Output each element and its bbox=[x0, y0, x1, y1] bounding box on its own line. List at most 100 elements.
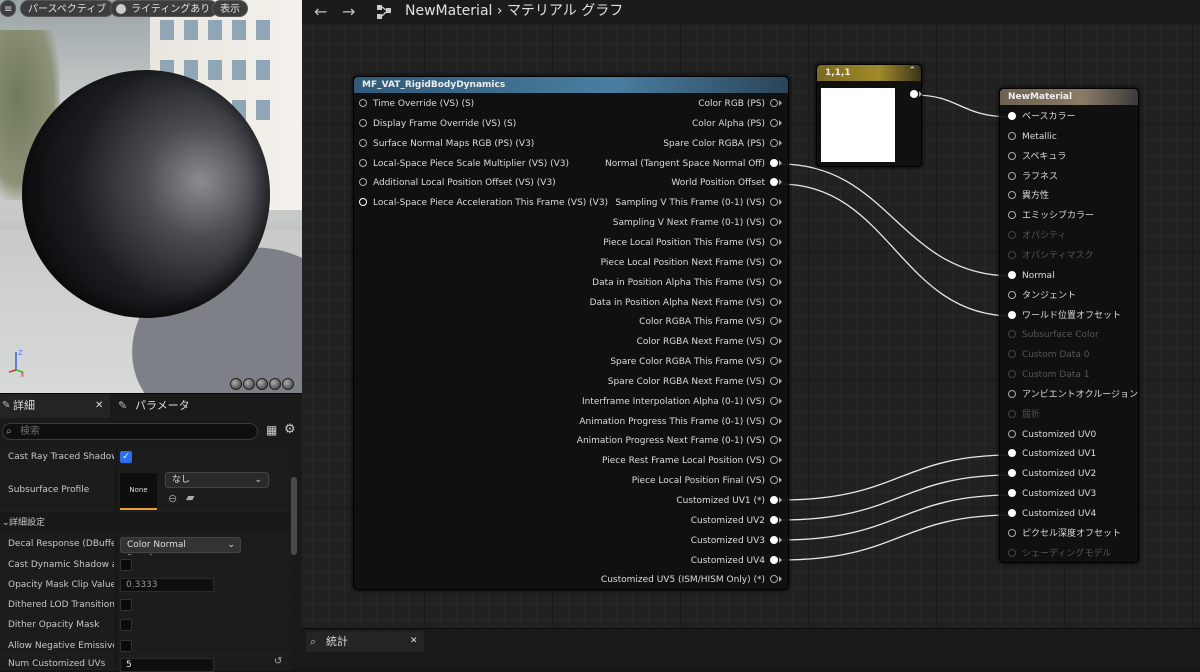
cube-preview-icon[interactable] bbox=[269, 378, 281, 390]
node-title[interactable]: NewMaterial bbox=[1000, 89, 1138, 105]
pin-arrow bbox=[779, 298, 782, 305]
material-input-pin-20[interactable]: Customized UV4 bbox=[1008, 508, 1096, 520]
material-input-pin-1[interactable]: Metallic bbox=[1008, 131, 1057, 143]
reset-to-default-icon[interactable]: ↺ bbox=[274, 656, 282, 667]
show-button[interactable]: 表示 bbox=[212, 0, 248, 17]
node-constant3vector[interactable]: 1,1,1 ⌃ bbox=[816, 64, 922, 167]
output-pin-color-rgba-this-frame-vs[interactable]: Color RGBA This Frame (VS) bbox=[639, 316, 782, 328]
material-input-pin-17[interactable]: Customized UV1 bbox=[1008, 448, 1096, 460]
breadcrumb-material[interactable]: NewMaterial bbox=[405, 3, 492, 19]
material-input-pin-9[interactable]: タンジェント bbox=[1008, 290, 1076, 302]
output-pin-piece-local-position-final-vs[interactable]: Piece Local Position Final (VS) bbox=[632, 475, 782, 487]
output-pin-interframe-interpolation-alpha-0-1-vs[interactable]: Interframe Interpolation Alpha (0-1) (VS… bbox=[582, 396, 782, 408]
output-pin[interactable] bbox=[905, 89, 922, 101]
material-input-pin-4[interactable]: 異方性 bbox=[1008, 190, 1049, 202]
node-title[interactable]: MF_VAT_RigidBodyDynamics bbox=[354, 77, 788, 93]
output-pin-spare-color-rgba-this-frame-vs[interactable]: Spare Color RGBA This Frame (VS) bbox=[610, 356, 782, 368]
input-pin-time-override-vs-s[interactable]: Time Override (VS) (S) bbox=[359, 98, 474, 110]
output-pin-piece-local-position-next-frame-vs[interactable]: Piece Local Position Next Frame (VS) bbox=[601, 257, 782, 269]
output-pin-sampling-v-next-frame-0-1-vs[interactable]: Sampling V Next Frame (0-1) (VS) bbox=[613, 217, 782, 229]
material-input-pin-3[interactable]: ラフネス bbox=[1008, 171, 1058, 183]
gear-icon[interactable]: ⚙ bbox=[284, 422, 296, 437]
details-scrollbar[interactable] bbox=[291, 477, 297, 555]
decal-response-dropdown[interactable]: Color Normal Roughness ⌄ bbox=[120, 537, 241, 564]
material-input-pin-2[interactable]: スペキュラ bbox=[1008, 151, 1066, 163]
search-icon: ⌕ bbox=[6, 426, 12, 437]
output-pin-animation-progress-this-frame-0-1-vs[interactable]: Animation Progress This Frame (0-1) (VS) bbox=[579, 416, 782, 428]
collapse-icon[interactable]: ⌃ bbox=[908, 66, 916, 76]
lighting-button[interactable]: ライティングあり bbox=[110, 0, 219, 17]
material-input-pin-16[interactable]: Customized UV0 bbox=[1008, 429, 1096, 441]
material-input-pin-10[interactable]: ワールド位置オフセット bbox=[1008, 310, 1121, 322]
opacity-mask-clip-input[interactable]: 0.3333 bbox=[120, 578, 214, 592]
output-pin-spare-color-rgba-ps[interactable]: Spare Color RGBA (PS) bbox=[663, 138, 782, 150]
pin-label: スペキュラ bbox=[1022, 151, 1067, 162]
back-arrow-icon[interactable]: ← bbox=[314, 0, 327, 24]
folder-icon[interactable]: ▰ bbox=[186, 491, 194, 504]
cast-ray-traced-shadows-checkbox[interactable]: ✓ bbox=[120, 451, 132, 463]
pin-label: シェーディングモデル bbox=[1022, 548, 1112, 559]
hamburger-icon[interactable]: ≡ bbox=[0, 0, 16, 17]
output-pin-customized-uv5-ism-hism-only[interactable]: Customized UV5 (ISM/HISM Only) (*) bbox=[601, 574, 782, 586]
output-pin-customized-uv2[interactable]: Customized UV2 bbox=[691, 515, 782, 527]
material-input-pin-8[interactable]: Normal bbox=[1008, 270, 1055, 282]
input-pin-display-frame-override-vs-s[interactable]: Display Frame Override (VS) (S) bbox=[359, 118, 516, 130]
output-pin-sampling-v-this-frame-0-1-vs[interactable]: Sampling V This Frame (0-1) (VS) bbox=[615, 197, 782, 209]
browse-to-asset-icon[interactable]: ⊖ bbox=[168, 492, 177, 505]
output-pin-data-in-position-alpha-next-frame-vs[interactable]: Data in Position Alpha Next Frame (VS) bbox=[590, 297, 782, 309]
material-input-pin-5[interactable]: エミッシブカラー bbox=[1008, 210, 1094, 222]
close-icon[interactable]: ✕ bbox=[95, 394, 103, 418]
output-pin-color-alpha-ps[interactable]: Color Alpha (PS) bbox=[692, 118, 782, 130]
node-mf-vat-rigidbody[interactable]: MF_VAT_RigidBodyDynamics Time Override (… bbox=[353, 76, 789, 590]
output-pin-color-rgba-next-frame-vs[interactable]: Color RGBA Next Frame (VS) bbox=[637, 336, 782, 348]
input-pin-local-space-piece-acceleration-this-frame-vs-v3[interactable]: Local-Space Piece Acceleration This Fram… bbox=[359, 197, 608, 209]
cast-dynamic-shadow-checkbox[interactable] bbox=[120, 559, 132, 571]
output-pin-normal-tangent-space-normal-off[interactable]: Normal (Tangent Space Normal Off) bbox=[605, 158, 782, 170]
node-material-result[interactable]: NewMaterial ベースカラー Metallic スペキュララフネス異方性エミ… bbox=[999, 88, 1139, 563]
section-advanced[interactable]: ⌄ 詳細設定 bbox=[0, 513, 290, 533]
dither-opacity-mask-checkbox[interactable] bbox=[120, 619, 132, 631]
material-input-pin-18[interactable]: Customized UV2 bbox=[1008, 468, 1096, 480]
subsurface-profile-dropdown[interactable]: なし ⌄ bbox=[165, 472, 269, 488]
output-pin-animation-progress-next-frame-0-1-vs[interactable]: Animation Progress Next Frame (0-1) (VS) bbox=[577, 435, 782, 447]
prop-label: Cast Ray Traced Shadows bbox=[8, 452, 114, 462]
table-view-icon[interactable]: ▦ bbox=[266, 423, 277, 437]
cylinder-preview-icon[interactable] bbox=[230, 378, 242, 390]
details-tab[interactable]: ✎ 詳細 ✕ bbox=[0, 394, 110, 418]
breadcrumb-graph[interactable]: マテリアル グラフ bbox=[507, 3, 623, 19]
output-pin-customized-uv4[interactable]: Customized UV4 bbox=[691, 555, 782, 567]
output-pin-piece-local-position-this-frame-vs[interactable]: Piece Local Position This Frame (VS) bbox=[603, 237, 782, 249]
close-icon[interactable]: ✕ bbox=[410, 631, 418, 652]
output-pin-data-in-position-alpha-this-frame-vs[interactable]: Data in Position Alpha This Frame (VS) bbox=[592, 277, 782, 289]
input-pin-additional-local-position-offset-vs-v3[interactable]: Additional Local Position Offset (VS) (V… bbox=[359, 177, 556, 189]
stats-tab[interactable]: ⌕ 統計 ✕ bbox=[306, 631, 424, 652]
allow-negative-emissive-checkbox[interactable] bbox=[120, 640, 132, 652]
input-pin-local-space-piece-scale-multiplier-vs-v3[interactable]: Local-Space Piece Scale Multiplier (VS) … bbox=[359, 158, 569, 170]
output-pin-spare-color-rgba-next-frame-vs[interactable]: Spare Color RGBA Next Frame (VS) bbox=[608, 376, 782, 388]
num-customized-uvs-input[interactable]: 5 bbox=[120, 658, 214, 672]
material-input-pin-0[interactable]: ベースカラー bbox=[1008, 111, 1076, 123]
teapot-preview-icon[interactable] bbox=[282, 378, 294, 390]
material-input-pin-19[interactable]: Customized UV3 bbox=[1008, 488, 1096, 500]
input-pin-surface-normal-maps-rgb-ps-v3[interactable]: Surface Normal Maps RGB (PS) (V3) bbox=[359, 138, 534, 150]
sphere-preview-icon[interactable] bbox=[243, 378, 255, 390]
preview-mesh-selector[interactable] bbox=[230, 378, 294, 390]
subsurface-thumbnail[interactable]: None bbox=[120, 473, 157, 510]
perspective-button[interactable]: パースペクティブ bbox=[20, 0, 115, 17]
output-pin-customized-uv1[interactable]: Customized UV1 (*) bbox=[676, 495, 782, 507]
material-input-pin-14[interactable]: アンビエントオクルージョン bbox=[1008, 389, 1138, 401]
forward-arrow-icon[interactable]: → bbox=[342, 0, 355, 24]
search-placeholder: 検索 bbox=[20, 426, 40, 437]
pin-dot bbox=[770, 297, 778, 306]
details-search-input[interactable]: ⌕ 検索 bbox=[2, 423, 258, 440]
output-pin-world-position-offset[interactable]: World Position Offset bbox=[671, 177, 782, 189]
plane-preview-icon[interactable] bbox=[256, 378, 268, 390]
output-pin-piece-rest-frame-local-position-vs[interactable]: Piece Rest Frame Local Position (VS) bbox=[602, 455, 782, 467]
material-input-pin-21[interactable]: ピクセル深度オフセット bbox=[1008, 528, 1121, 540]
output-pin-color-rgb-ps[interactable]: Color RGB (PS) bbox=[698, 98, 782, 110]
material-preview-viewport[interactable]: ≡ パースペクティブ ライティングあり 表示 Z X bbox=[0, 0, 302, 393]
dithered-lod-checkbox[interactable] bbox=[120, 599, 132, 611]
node-title[interactable]: 1,1,1 bbox=[817, 65, 921, 81]
parameters-tab[interactable]: ✎ パラメータ bbox=[112, 394, 222, 418]
output-pin-customized-uv3[interactable]: Customized UV3 bbox=[691, 535, 782, 547]
